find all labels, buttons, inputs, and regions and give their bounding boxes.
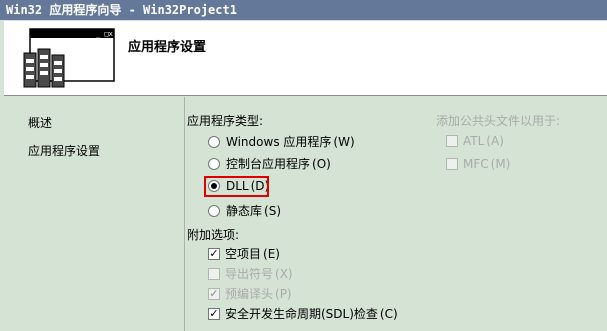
checkbox-checked[interactable]: ✓ xyxy=(208,307,220,320)
common-headers-label: 添加公共头文件以用于: xyxy=(436,114,561,128)
app-type-label: 应用程序类型: xyxy=(187,114,264,128)
check-empty-project[interactable]: ✓ 空项目 (E) xyxy=(208,245,280,262)
nav-item-overview[interactable]: 概述 xyxy=(28,114,52,131)
check-atl[interactable]: ATL (A) xyxy=(446,134,504,148)
nav-item-app-settings[interactable]: 应用程序设置 xyxy=(28,142,100,159)
checkbox[interactable] xyxy=(446,158,458,170)
highlight-annotation xyxy=(204,176,269,197)
check-mfc[interactable]: MFC (M) xyxy=(446,157,510,171)
radio-windows-app[interactable]: Windows 应用程序 (W) xyxy=(208,133,355,150)
checkbox-checked[interactable]: ✓ xyxy=(208,287,220,300)
svg-text:_ □x: _ □x xyxy=(96,30,113,38)
check-precompiled-header[interactable]: ✓ 预编译头 (P) xyxy=(208,285,292,302)
radio-button[interactable] xyxy=(208,135,220,148)
checkbox-checked[interactable]: ✓ xyxy=(208,247,220,260)
settings-panel: 应用程序类型: Windows 应用程序 (W) 控制台应用程序 (O) DLL… xyxy=(184,97,607,331)
radio-button[interactable] xyxy=(208,204,220,217)
check-export-symbols[interactable]: 导出符号 (X) xyxy=(208,265,293,282)
check-sdl[interactable]: ✓ 安全开发生命周期(SDL)检查 (C) xyxy=(208,305,398,322)
checkbox[interactable] xyxy=(446,135,458,147)
page-title: 应用程序设置 xyxy=(128,40,207,55)
window-titlebar[interactable]: Win32 应用程序向导 - Win32Project1 xyxy=(0,0,607,20)
wizard-nav: 概述 应用程序设置 xyxy=(4,97,185,331)
wizard-window-icon: _ □x xyxy=(23,28,115,88)
extra-options-label: 附加选项: xyxy=(187,228,240,242)
wizard-header: _ □x 应用程序设置 xyxy=(4,21,607,96)
radio-static-lib[interactable]: 静态库 (S) xyxy=(208,202,281,219)
radio-button[interactable] xyxy=(208,157,220,170)
checkbox[interactable] xyxy=(208,267,220,280)
radio-console-app[interactable]: 控制台应用程序 (O) xyxy=(208,155,331,172)
